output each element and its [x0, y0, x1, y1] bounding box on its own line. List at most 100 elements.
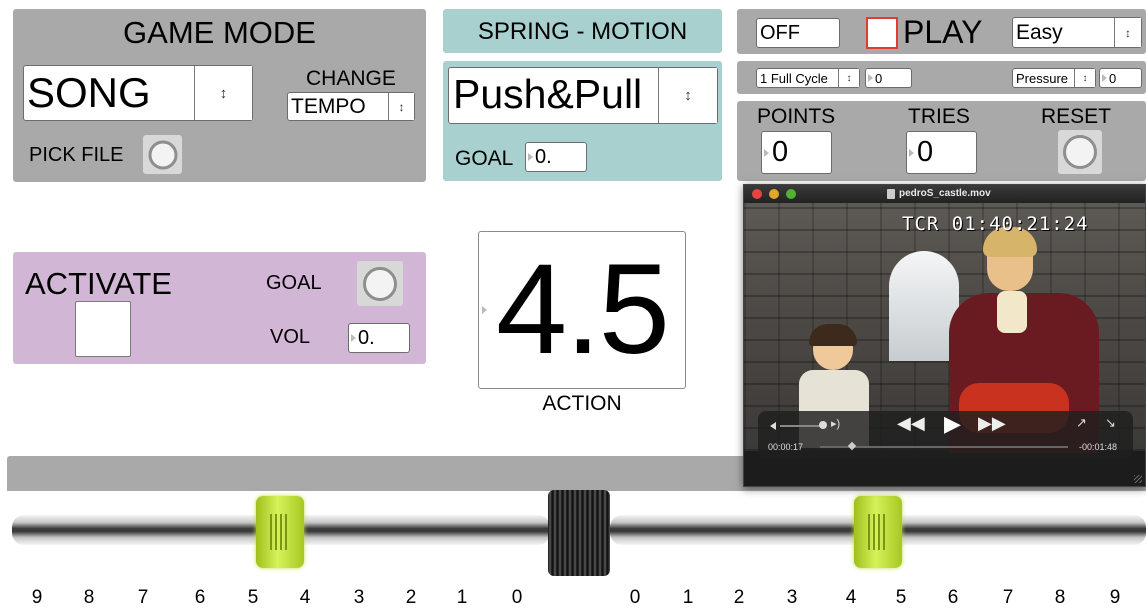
- tries-value: 0: [917, 136, 934, 168]
- scrubber-knob[interactable]: [847, 441, 857, 451]
- right-tick-label: 6: [947, 587, 959, 608]
- left-tick-label: 0: [511, 587, 523, 608]
- motion-select-spinner-icon[interactable]: ↕: [658, 68, 717, 123]
- girl-hair: [809, 324, 857, 346]
- cycle-number-value: 0: [875, 71, 883, 86]
- reset-button[interactable]: [1058, 130, 1102, 174]
- sensor-number-value: 0: [1109, 71, 1117, 86]
- vol-label: VOL: [270, 326, 311, 348]
- slider-left-handle[interactable]: [256, 496, 304, 568]
- number-arrow-icon: [528, 153, 533, 161]
- status-value: OFF: [760, 22, 800, 44]
- action-number-display[interactable]: 4.5: [478, 231, 686, 389]
- game-mode-title: GAME MODE: [123, 15, 316, 50]
- grip-icon: [270, 514, 290, 550]
- activate-toggle[interactable]: [75, 301, 131, 357]
- play-panel: OFF PLAY Easy ↕: [737, 9, 1146, 54]
- right-tick-label: 3: [786, 587, 798, 608]
- video-timecode: TCR 01:40:21:24: [902, 213, 1089, 235]
- cycle-spinner-icon[interactable]: ↕: [838, 69, 859, 87]
- video-window[interactable]: pedroS_castle.mov TCR 01:40:21:24 ▸) ◀◀ …: [743, 184, 1146, 487]
- pick-file-button[interactable]: [143, 135, 182, 174]
- volume-low-icon[interactable]: [770, 422, 776, 430]
- play-label: PLAY: [903, 14, 983, 50]
- spring-panel: Push&Pull ↕ GOAL 0.: [443, 61, 722, 181]
- share-icon[interactable]: ↗: [1076, 415, 1087, 431]
- motion-select-value: Push&Pull: [453, 71, 643, 117]
- left-tick-label: 2: [405, 587, 417, 608]
- action-label: ACTION: [542, 392, 622, 415]
- resize-grip-icon[interactable]: [1134, 475, 1142, 483]
- change-select-value: TEMPO: [291, 95, 366, 118]
- spring-title-panel: SPRING - MOTION: [443, 9, 722, 53]
- action-value: 4.5: [496, 238, 670, 381]
- right-tick-label: 9: [1109, 587, 1121, 608]
- right-tick-label: 1: [682, 587, 694, 608]
- difficulty-select[interactable]: Easy ↕: [1012, 17, 1142, 48]
- zoom-window-icon[interactable]: [786, 189, 796, 199]
- scores-panel: POINTS 0 TRIES 0 RESET: [737, 101, 1146, 181]
- left-tick-label: 1: [456, 587, 468, 608]
- spring-goal-input[interactable]: 0.: [525, 142, 587, 172]
- left-tick-label: 5: [247, 587, 259, 608]
- play-toggle[interactable]: [866, 17, 898, 49]
- number-arrow-icon: [351, 334, 356, 342]
- activate-goal-button[interactable]: [357, 261, 403, 306]
- rewind-icon[interactable]: ◀◀: [897, 413, 925, 434]
- spring-goal-label: GOAL: [455, 147, 514, 170]
- sensor-select[interactable]: Pressure ↕: [1012, 68, 1096, 88]
- cycle-number-input[interactable]: 0: [865, 68, 912, 88]
- reset-label: RESET: [1041, 105, 1112, 128]
- pick-file-circle-icon: [148, 140, 177, 169]
- activate-goal-label: GOAL: [266, 272, 322, 294]
- grip-icon: [868, 514, 888, 550]
- left-tick-label: 7: [137, 587, 149, 608]
- points-field[interactable]: 0: [761, 131, 832, 174]
- slider-right-handle[interactable]: [854, 496, 902, 568]
- right-tick-label: 2: [733, 587, 745, 608]
- right-tick-label: 0: [629, 587, 641, 608]
- elapsed-time: 00:00:17: [768, 442, 804, 452]
- cycle-panel: 1 Full Cycle ↕ 0 Pressure ↕ 0: [737, 61, 1146, 94]
- play-icon[interactable]: ▶: [944, 411, 961, 437]
- fast-forward-icon[interactable]: ▶▶: [978, 413, 1006, 434]
- vol-input[interactable]: 0.: [348, 323, 410, 353]
- right-tick-label: 5: [895, 587, 907, 608]
- number-arrow-icon: [764, 148, 769, 157]
- change-select-spinner-icon[interactable]: ↕: [388, 93, 414, 120]
- pick-file-label: PICK FILE: [29, 144, 124, 166]
- left-tick-label: 3: [353, 587, 365, 608]
- left-tick-label: 6: [194, 587, 206, 608]
- volume-knob[interactable]: [819, 421, 827, 429]
- movie-file-icon: [887, 189, 895, 199]
- change-label: CHANGE: [306, 67, 396, 90]
- scrubber-track[interactable]: [820, 446, 1068, 448]
- cycle-select[interactable]: 1 Full Cycle ↕: [756, 68, 860, 88]
- difficulty-value: Easy: [1016, 21, 1063, 44]
- right-tick-label: 7: [1002, 587, 1014, 608]
- sensor-value: Pressure: [1016, 71, 1069, 86]
- tries-field[interactable]: 0: [906, 131, 977, 174]
- sensor-spinner-icon[interactable]: ↕: [1074, 69, 1095, 87]
- video-controls[interactable]: ▸) ◀◀ ▶ ▶▶ ↗ ↘ 00:00:17 -00:01:48: [758, 411, 1133, 459]
- minimize-window-icon[interactable]: [769, 189, 779, 199]
- change-select[interactable]: TEMPO ↕: [287, 92, 415, 121]
- cycle-value: 1 Full Cycle: [760, 71, 828, 86]
- tries-label: TRIES: [908, 105, 970, 128]
- points-value: 0: [772, 136, 789, 168]
- spring-coil: [548, 490, 610, 576]
- sensor-number-input[interactable]: 0: [1099, 68, 1142, 88]
- left-tick-label: 4: [299, 587, 311, 608]
- left-tick-label: 9: [31, 587, 43, 608]
- difficulty-spinner-icon[interactable]: ↕: [1114, 18, 1141, 47]
- spring-goal-value: 0.: [535, 146, 552, 168]
- close-window-icon[interactable]: [752, 189, 762, 199]
- reset-circle-icon: [1063, 135, 1097, 169]
- mode-select[interactable]: SONG ↕: [23, 65, 253, 121]
- activate-title: ACTIVATE: [25, 266, 172, 301]
- status-field[interactable]: OFF: [756, 18, 840, 48]
- volume-high-icon[interactable]: ▸): [831, 417, 840, 430]
- mode-select-spinner-icon[interactable]: ↕: [194, 66, 252, 120]
- fullscreen-icon[interactable]: ↘: [1105, 415, 1116, 431]
- motion-select[interactable]: Push&Pull ↕: [448, 67, 718, 124]
